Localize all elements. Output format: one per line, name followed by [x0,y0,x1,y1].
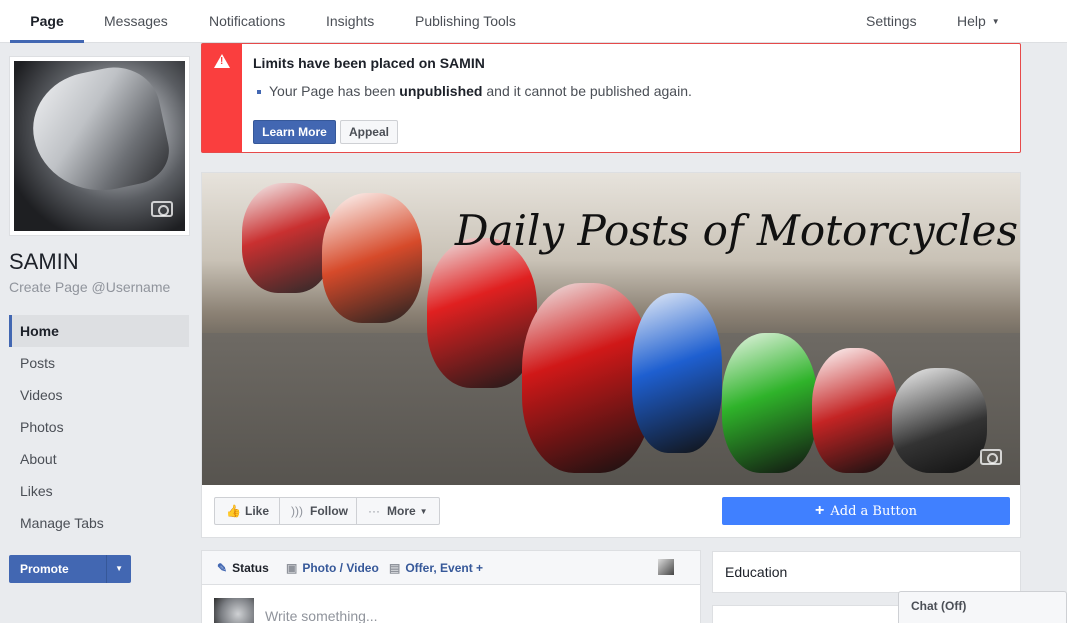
ellipsis-icon: ··· [368,504,380,518]
help-menu[interactable]: Help ▼ [957,0,1000,43]
plus-icon: + [815,502,825,519]
learn-more-button[interactable]: Learn More [253,120,336,144]
composer-tab-status[interactable]: ✎ Status [217,551,269,585]
tab-publishing-tools[interactable]: Publishing Tools [415,0,516,43]
promote-button[interactable]: Promote ▼ [9,555,131,583]
more-label: More [387,504,416,518]
caret-down-icon: ▼ [419,507,428,516]
tab-notifications[interactable]: Notifications [209,0,285,43]
like-button[interactable]: 👍 Like [214,497,280,525]
alert-message: Your Page has been unpublished and it ca… [257,83,692,99]
bike-image [242,183,332,293]
alert-bar [202,44,242,152]
promote-label: Promote [20,562,69,576]
nav-item-manage-tabs[interactable]: Manage Tabs [9,507,189,539]
alert-message-prefix: Your Page has been [269,83,400,99]
camera-icon: ▣ [286,561,298,575]
education-card[interactable]: Education [712,551,1021,593]
nav-item-likes[interactable]: Likes [9,475,189,507]
composer-tabs: ✎ Status ▣ Photo / Video ▤ Offer, Event + [202,551,700,585]
cover-photo[interactable]: Daily Posts of Motorcycles [202,173,1020,485]
offer-event-label: Offer, Event + [405,561,484,575]
page-name: SAMIN [9,249,79,274]
cover-card: Daily Posts of Motorcycles 👍 Like ))) Foll… [201,172,1021,538]
profile-image [14,61,185,231]
thumbs-up-icon: 👍 [226,504,241,518]
nav-item-posts[interactable]: Posts [9,347,189,379]
bike-image [812,348,897,473]
cover-title: Daily Posts of Motorcycles [454,206,1018,255]
like-label: Like [245,504,270,518]
follow-button[interactable]: ))) Follow [279,497,357,525]
post-as-avatar[interactable] [658,559,674,575]
alert-title: Limits have been placed on SAMIN [253,55,485,71]
chat-bar[interactable]: Chat (Off) [898,591,1067,623]
composer-tab-photo-video[interactable]: ▣ Photo / Video [286,551,379,585]
status-label: Status [232,561,269,575]
composer-tab-offer-event[interactable]: ▤ Offer, Event + [389,551,483,585]
tab-messages[interactable]: Messages [104,0,168,43]
limits-alert: Limits have been placed on SAMIN Your Pa… [201,43,1021,153]
bike-image [427,238,537,388]
alert-message-bold: unpublished [399,83,483,99]
photo-video-label: Photo / Video [302,561,379,575]
more-button[interactable]: ··· More ▼ [356,497,440,525]
nav-item-home[interactable]: Home [9,315,189,347]
tab-insights[interactable]: Insights [326,0,374,43]
profile-picture[interactable] [9,56,190,236]
alert-message-suffix: and it cannot be published again. [482,83,692,99]
motorcycle-image [22,61,176,204]
offer-icon: ▤ [389,561,401,575]
promote-divider [106,555,107,583]
post-composer: ✎ Status ▣ Photo / Video ▤ Offer, Event + W… [201,550,701,623]
appeal-button[interactable]: Appeal [340,120,398,144]
add-a-button[interactable]: + Add a Button [722,497,1010,525]
cover-actions: 👍 Like ))) Follow ··· More ▼ + Add a Button [202,485,1020,537]
bike-image [322,193,422,323]
caret-down-icon[interactable]: ▼ [115,555,123,583]
tab-page[interactable]: Page [10,0,84,43]
camera-icon[interactable] [151,201,173,217]
warning-icon [214,54,230,68]
pencil-icon: ✎ [217,561,228,575]
rss-icon: ))) [291,504,303,518]
follow-label: Follow [310,504,348,518]
nav-item-photos[interactable]: Photos [9,411,189,443]
add-button-label: Add a Button [830,504,917,519]
nav-item-about[interactable]: About [9,443,189,475]
page-left-nav: Home Posts Videos Photos About Likes Man… [9,315,189,539]
bike-image [892,368,987,473]
bike-image [632,293,722,453]
caret-down-icon: ▼ [991,17,1000,26]
help-label: Help [957,13,986,29]
avatar [214,598,254,623]
nav-item-videos[interactable]: Videos [9,379,189,411]
bike-image [722,333,817,473]
top-navigation: Page Messages Notifications Insights Pub… [0,0,1067,43]
post-input[interactable]: Write something... [265,608,378,623]
camera-icon[interactable] [980,449,1002,465]
settings-link[interactable]: Settings [866,0,917,43]
create-username-link[interactable]: Create Page @Username [9,279,170,295]
